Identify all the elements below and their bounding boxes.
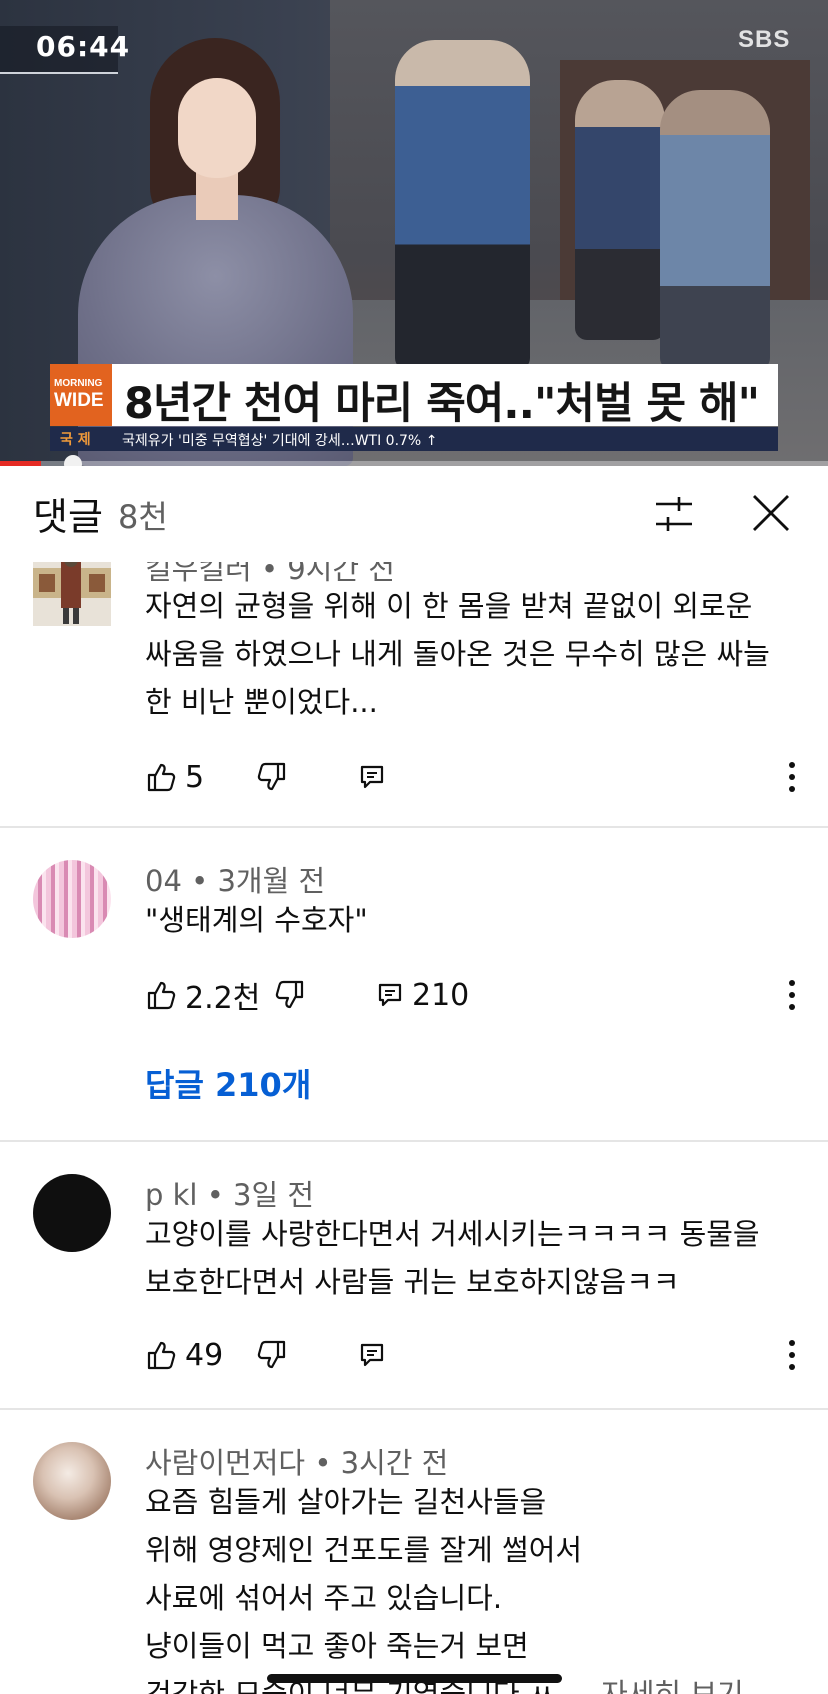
comment-body: "생태계의 수호자": [145, 896, 805, 944]
reply-button[interactable]: 210: [376, 972, 469, 1018]
like-button[interactable]: 2.2천: [145, 972, 260, 1018]
video-person: [575, 80, 665, 340]
filter-sliders-icon[interactable]: [652, 492, 696, 536]
comments-count: 8천: [118, 498, 168, 536]
video-scrubber-handle[interactable]: [64, 455, 82, 466]
broadcast-clock: 06:44: [0, 26, 129, 74]
more-vert-icon[interactable]: [780, 976, 804, 1014]
headline-text: 8년간 천여 마리 죽여.."처벌 못 해": [124, 379, 760, 429]
reply-button[interactable]: [358, 1332, 386, 1378]
comment-meta: 사람이먼저다 • 3시간 전: [145, 1440, 448, 1482]
news-ticker: 국 제 국제유가 '미중 무역협상' 기대에 강세…WTI 0.7% ↑: [50, 427, 778, 451]
like-button[interactable]: 5: [145, 754, 204, 800]
comment-line: "생태계의 수호자": [145, 903, 368, 937]
ticker-category: 국 제: [60, 432, 91, 448]
ticker-text: 국제유가 '미중 무역협상' 기대에 강세…WTI 0.7% ↑: [122, 433, 438, 449]
dislike-button[interactable]: [274, 972, 306, 1018]
thumbs-up-icon: [147, 763, 176, 792]
program-badge-line2: WIDE: [54, 390, 104, 411]
reply-button[interactable]: [358, 754, 386, 800]
thumbs-up-icon: [147, 981, 176, 1010]
meta-separator: •: [314, 1446, 341, 1480]
meta-separator: •: [191, 864, 218, 898]
video-person: [395, 40, 530, 370]
comment-divider: [0, 1408, 828, 1410]
comment-author[interactable]: 04: [145, 864, 182, 898]
home-indicator[interactable]: [267, 1674, 562, 1683]
show-more-link[interactable]: 자세히 보기: [601, 1677, 744, 1694]
clock-time: 06:44: [36, 30, 131, 63]
comment-meta: 04 • 3개월 전: [145, 858, 325, 900]
reply-count: 210: [412, 977, 470, 1013]
comments-list[interactable]: 킬우킬러 • 9시간 전 자연의 균형을 위해 이 한 몸을 받쳐 끝없이 외로…: [0, 562, 828, 1694]
comment-actions: 5: [0, 754, 828, 800]
program-badge: MORNING WIDE: [50, 364, 112, 426]
close-icon[interactable]: [748, 490, 794, 536]
like-count: 2.2천: [185, 981, 261, 1016]
comment-line: 요즘 힘들게 살아가는 길천사들을: [145, 1485, 547, 1519]
comment-divider: [0, 826, 828, 828]
comment-author[interactable]: 사람이먼저다: [145, 1446, 305, 1480]
comments-header: 댓글 8천: [0, 466, 828, 562]
comment-line: 냥이들이 먹고 좋아 죽는거 보면: [145, 1629, 529, 1663]
channel-logo: SBS: [738, 26, 791, 53]
comment-time: 3일 전: [233, 1178, 315, 1212]
avatar[interactable]: [33, 1174, 111, 1252]
thumbs-down-icon: [257, 1340, 286, 1369]
avatar[interactable]: [33, 1442, 111, 1520]
app-screen: 06:44 SBS MORNING WIDE 8년간 천여 마리 죽여.."처벌…: [0, 0, 828, 1694]
comment-actions: 49: [0, 1332, 828, 1378]
comment-body: 자연의 균형을 위해 이 한 몸을 받쳐 끝없이 외로운 싸움을 하였으나 내게…: [145, 582, 805, 726]
comments-title: 댓글: [33, 495, 103, 539]
avatar[interactable]: [33, 562, 111, 626]
program-badge-line1: MORNING: [54, 378, 103, 389]
thumbs-down-icon: [257, 762, 286, 791]
dislike-button[interactable]: [256, 1332, 288, 1378]
comment-line: 사료에 섞어서 주고 있습니다.: [145, 1581, 503, 1615]
comment-line: 한 비난 뿐이었다...: [145, 685, 378, 719]
comment-line: 위해 영양제인 건포도를 잘게 썰어서: [145, 1533, 583, 1567]
comment-line: 자연의 균형을 위해 이 한 몸을 받쳐 끝없이 외로운: [145, 589, 753, 623]
comment-line: 고양이를 사랑한다면서 거세시키는ㅋㅋㅋㅋ 동물을: [145, 1217, 760, 1251]
comment-body: 요즘 힘들게 살아가는 길천사들을 위해 영양제인 건포도를 잘게 썰어서 사료…: [145, 1478, 805, 1694]
reply-icon: [378, 983, 402, 1007]
avatar[interactable]: [33, 860, 111, 938]
comment-meta: p kl • 3일 전: [145, 1172, 314, 1214]
thumbs-down-icon: [275, 980, 304, 1009]
like-button[interactable]: 49: [145, 1332, 223, 1378]
dislike-button[interactable]: [256, 754, 288, 800]
avatar-knight-icon: [33, 562, 111, 624]
comment-line: 싸움을 하였으나 내게 돌아온 것은 무수히 많은 싸늘: [145, 637, 770, 671]
meta-separator: •: [206, 1178, 234, 1212]
view-replies-link[interactable]: 답글 210개: [145, 1060, 311, 1106]
video-player[interactable]: 06:44 SBS MORNING WIDE 8년간 천여 마리 죽여.."처벌…: [0, 0, 828, 466]
news-headline-banner: MORNING WIDE 8년간 천여 마리 죽여.."처벌 못 해": [50, 364, 778, 429]
reply-icon: [360, 765, 384, 789]
more-vert-icon[interactable]: [780, 1336, 804, 1374]
news-anchor-face: [178, 78, 256, 178]
comment-line: 보호한다면서 사람들 귀는 보호하지않음ㅋㅋ: [145, 1265, 680, 1299]
thumbs-up-icon: [147, 1341, 176, 1370]
comment-author[interactable]: p kl: [145, 1178, 197, 1212]
like-count: 49: [185, 1337, 224, 1373]
video-person: [660, 90, 770, 370]
reply-icon: [360, 1343, 384, 1367]
comment-time: 3개월 전: [217, 864, 326, 898]
comment-time: 3시간 전: [340, 1446, 449, 1480]
more-vert-icon[interactable]: [780, 758, 804, 796]
comment-body: 고양이를 사랑한다면서 거세시키는ㅋㅋㅋㅋ 동물을 보호한다면서 사람들 귀는 …: [145, 1210, 805, 1306]
like-count: 5: [185, 759, 205, 795]
comment-actions: 2.2천 210: [0, 972, 828, 1018]
comment-divider: [0, 1140, 828, 1142]
